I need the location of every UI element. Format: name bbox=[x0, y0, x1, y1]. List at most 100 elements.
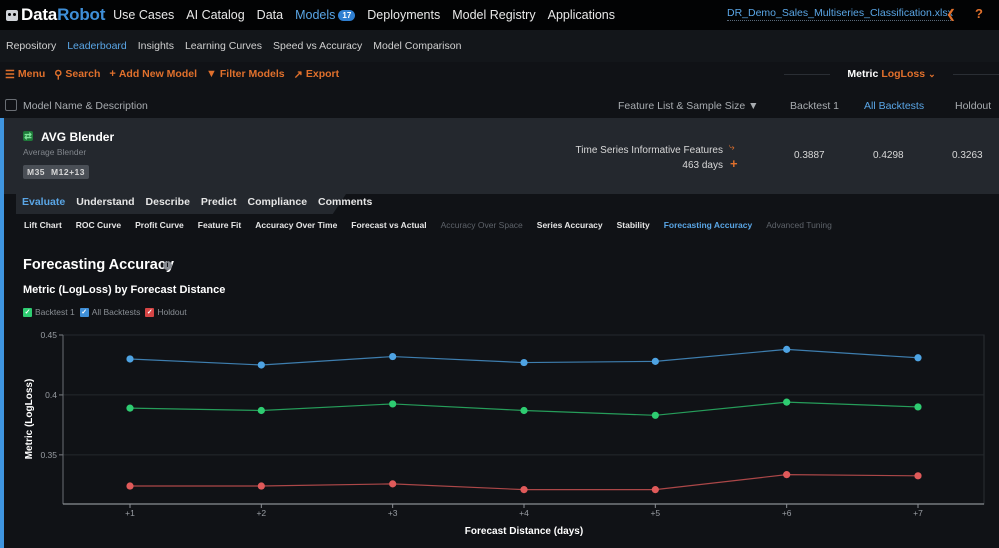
logo-text-robot: Robot bbox=[57, 5, 106, 24]
data-point-holdout bbox=[126, 482, 134, 490]
help-icon[interactable]: ? bbox=[975, 6, 983, 21]
data-point-backtest-1 bbox=[126, 404, 134, 412]
export-button[interactable]: ↗ Export bbox=[294, 68, 339, 81]
subtab-forecast-vs-actual[interactable]: Forecast vs Actual bbox=[351, 220, 426, 230]
nav-data[interactable]: Data bbox=[257, 8, 283, 22]
data-point-holdout bbox=[651, 486, 659, 494]
nav-models[interactable]: Models 17 bbox=[295, 8, 356, 22]
feature-derivation-icon[interactable]: ⤷ bbox=[729, 142, 735, 153]
column-feature-list[interactable]: Feature List & Sample Size ▼ bbox=[618, 100, 759, 112]
chart-axes: 0.35 0.4 0.45 +1 +2 +3 +4 +5 +6 +7 bbox=[40, 330, 984, 518]
subtab-roc-curve[interactable]: ROC Curve bbox=[76, 220, 121, 230]
menu-label: Menu bbox=[17, 68, 46, 80]
nav-ai-catalog[interactable]: AI Catalog bbox=[186, 8, 244, 22]
nav-model-registry[interactable]: Model Registry bbox=[452, 8, 535, 22]
project-name-link[interactable]: DR_Demo_Sales_Multiseries_Classification… bbox=[727, 7, 953, 21]
x-tick-label: +5 bbox=[650, 508, 660, 518]
x-tick-label: +4 bbox=[519, 508, 529, 518]
tab-understand[interactable]: Understand bbox=[76, 196, 134, 208]
x-tick-label: +7 bbox=[913, 508, 923, 518]
subtab-profit-curve[interactable]: Profit Curve bbox=[135, 220, 184, 230]
model-tags: M35 M12+13 bbox=[23, 165, 90, 179]
robot-icon bbox=[6, 9, 18, 21]
share-icon[interactable]: ❮ bbox=[946, 7, 956, 21]
chart-title: Metric (LogLoss) by Forecast Distance bbox=[23, 284, 226, 296]
top-navigation-bar: Data Robot Use Cases AI Catalog Data Mode… bbox=[0, 0, 999, 30]
subnav-model-comparison[interactable]: Model Comparison bbox=[373, 40, 461, 52]
nav-models-label: Models bbox=[295, 8, 336, 22]
model-name[interactable]: AVG Blender bbox=[41, 130, 114, 144]
tab-evaluate[interactable]: Evaluate bbox=[22, 196, 65, 208]
data-point-backtest-1 bbox=[257, 406, 265, 415]
subnav-learning-curves[interactable]: Learning Curves bbox=[185, 40, 262, 52]
column-backtest-1[interactable]: Backtest 1 bbox=[790, 100, 839, 112]
filter-icon[interactable]: ▼ bbox=[748, 100, 758, 112]
x-tick-label: +6 bbox=[782, 508, 792, 518]
filter-models-button[interactable]: ▼ Filter Models bbox=[206, 68, 285, 80]
y-tick-label: 0.4 bbox=[45, 390, 57, 400]
nav-use-cases[interactable]: Use Cases bbox=[113, 8, 174, 22]
info-icon[interactable]: i bbox=[163, 261, 172, 270]
tab-describe[interactable]: Describe bbox=[146, 196, 190, 208]
subtab-accuracy-over-time[interactable]: Accuracy Over Time bbox=[255, 220, 337, 230]
data-point-all-backtests bbox=[651, 357, 659, 365]
blender-icon: ⇄ bbox=[23, 131, 33, 141]
subnav-repository[interactable]: Repository bbox=[6, 40, 56, 52]
column-all-backtests[interactable]: All Backtests bbox=[864, 100, 924, 112]
model-row[interactable]: ⇄ AVG Blender Average Blender M35 M12+13 … bbox=[0, 118, 999, 194]
subtab-series-accuracy[interactable]: Series Accuracy bbox=[537, 220, 603, 230]
legend-item-all-backtests[interactable]: ✓ All Backtests bbox=[79, 307, 141, 317]
data-point-all-backtests bbox=[914, 354, 922, 362]
column-holdout[interactable]: Holdout bbox=[955, 100, 991, 112]
subtab-lift-chart[interactable]: Lift Chart bbox=[24, 220, 62, 230]
tab-compliance[interactable]: Compliance bbox=[248, 196, 308, 208]
tab-comments[interactable]: Comments bbox=[318, 196, 372, 208]
subtab-stability[interactable]: Stability bbox=[617, 220, 650, 230]
search-button[interactable]: ⚲ Search bbox=[54, 68, 100, 81]
checkbox-checked-icon[interactable]: ✓ bbox=[23, 307, 32, 317]
main-nav: Use Cases AI Catalog Data Models 17 Deplo… bbox=[113, 8, 627, 22]
sample-size: 463 days bbox=[682, 160, 723, 171]
data-point-all-backtests bbox=[257, 361, 265, 369]
add-plus-icon[interactable]: + bbox=[730, 156, 738, 171]
subnav-insights[interactable]: Insights bbox=[138, 40, 174, 52]
subtab-forecasting-accuracy[interactable]: Forecasting Accuracy bbox=[664, 220, 753, 230]
leaderboard-column-header: Model Name & Description Feature List & … bbox=[0, 94, 999, 118]
nav-applications[interactable]: Applications bbox=[548, 8, 615, 22]
legend-label: Backtest 1 bbox=[35, 307, 75, 317]
subtab-accuracy-over-space: Accuracy Over Space bbox=[440, 220, 523, 230]
models-subnav: Repository Leaderboard Insights Learning… bbox=[0, 30, 999, 62]
data-point-holdout bbox=[914, 472, 922, 480]
y-tick-label: 0.45 bbox=[40, 330, 57, 340]
column-model-name[interactable]: Model Name & Description bbox=[23, 100, 148, 112]
data-point-backtest-1 bbox=[651, 411, 659, 419]
legend-label: All Backtests bbox=[91, 307, 141, 317]
data-point-holdout bbox=[257, 482, 265, 490]
logo-text-data: Data bbox=[21, 5, 58, 24]
legend-item-holdout[interactable]: ✓ Holdout bbox=[145, 307, 187, 317]
data-point-all-backtests bbox=[783, 345, 791, 353]
subnav-speed-vs-accuracy[interactable]: Speed vs Accuracy bbox=[273, 40, 362, 52]
tab-predict[interactable]: Predict bbox=[201, 196, 237, 208]
filter-label: Filter Models bbox=[219, 68, 285, 80]
menu-button[interactable]: ☰ Menu bbox=[5, 68, 45, 81]
search-label: Search bbox=[65, 68, 101, 80]
chart-series bbox=[126, 345, 922, 494]
score-backtest-1: 0.3887 bbox=[794, 150, 825, 161]
datarobot-logo[interactable]: Data Robot bbox=[6, 5, 105, 25]
metric-selector[interactable]: Metric LogLoss ⌄ bbox=[784, 66, 999, 82]
checkbox-checked-icon[interactable]: ✓ bbox=[145, 307, 155, 317]
checkbox-checked-icon[interactable]: ✓ bbox=[79, 307, 89, 317]
score-all-backtests: 0.4298 bbox=[873, 150, 904, 161]
plus-icon: + bbox=[109, 68, 116, 80]
x-tick-label: +1 bbox=[125, 508, 135, 518]
add-new-model-button[interactable]: + Add New Model bbox=[109, 68, 197, 80]
data-point-backtest-1 bbox=[914, 403, 922, 411]
evaluate-subtabs: Lift Chart ROC Curve Profit Curve Featur… bbox=[24, 220, 846, 230]
subtab-feature-fit[interactable]: Feature Fit bbox=[198, 220, 241, 230]
select-all-checkbox[interactable] bbox=[5, 99, 17, 111]
subnav-leaderboard[interactable]: Leaderboard bbox=[67, 40, 127, 52]
legend-label: Holdout bbox=[157, 307, 187, 317]
legend-item-backtest-1[interactable]: ✓ Backtest 1 bbox=[23, 307, 75, 317]
nav-deployments[interactable]: Deployments bbox=[367, 8, 440, 22]
